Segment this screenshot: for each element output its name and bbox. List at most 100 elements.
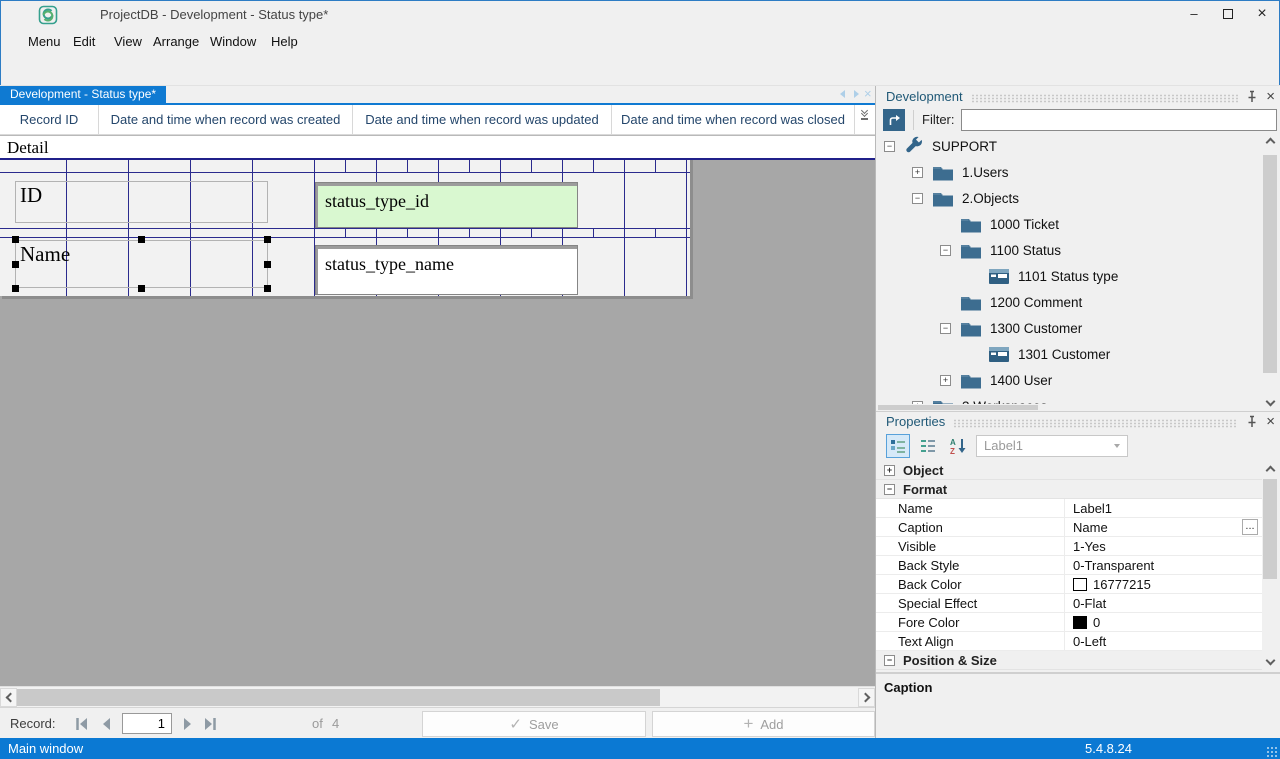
- scroll-up-icon[interactable]: [1262, 133, 1278, 149]
- pin-icon[interactable]: [1246, 415, 1258, 428]
- tree-item[interactable]: 1101 Status type: [876, 263, 1262, 289]
- property-row[interactable]: Visible 1-Yes: [876, 537, 1262, 556]
- tree-item[interactable]: +1400 User: [876, 367, 1262, 393]
- filter-apply-button[interactable]: [883, 108, 905, 131]
- tree-item[interactable]: 1200 Comment: [876, 289, 1262, 315]
- selection-handle[interactable]: [12, 261, 19, 268]
- menu-item-menu[interactable]: Menu: [28, 30, 61, 54]
- menu-item-arrange[interactable]: Arrange: [153, 30, 199, 54]
- expand-icon[interactable]: +: [884, 464, 895, 476]
- property-value[interactable]: 0-Flat: [1064, 594, 1262, 612]
- tab-scroll-right-icon[interactable]: [851, 89, 861, 99]
- tree-item[interactable]: − 2.Objects: [876, 185, 1262, 211]
- property-section-format[interactable]: − Format: [876, 480, 1262, 499]
- column-header[interactable]: Date and time when record was closed: [612, 105, 855, 134]
- collapse-icon[interactable]: −: [884, 140, 895, 152]
- property-row[interactable]: Caption Name...: [876, 518, 1262, 537]
- selection-handle[interactable]: [138, 236, 145, 243]
- tab-scroll-left-icon[interactable]: [838, 89, 848, 99]
- column-header[interactable]: Record ID: [0, 105, 99, 134]
- previous-record-button[interactable]: [96, 714, 116, 734]
- next-record-button[interactable]: [178, 714, 198, 734]
- tree-item[interactable]: − 1300 Customer: [876, 315, 1262, 341]
- designer-canvas[interactable]: ID status_type_id Name status_type_name: [0, 160, 875, 686]
- scrollbar-thumb[interactable]: [1263, 155, 1277, 373]
- scroll-down-icon[interactable]: [1262, 654, 1278, 670]
- property-row[interactable]: Back Style 0-Transparent: [876, 556, 1262, 575]
- column-header[interactable]: Date and time when record was updated: [353, 105, 612, 134]
- categorized-view-button[interactable]: [886, 434, 910, 458]
- maximize-button[interactable]: [1212, 0, 1244, 30]
- minimize-button[interactable]: –: [1178, 0, 1210, 30]
- name-label-control[interactable]: Name: [12, 236, 271, 292]
- collapse-icon[interactable]: −: [940, 244, 951, 256]
- filter-input[interactable]: [960, 108, 1277, 131]
- properties-scrollbar[interactable]: [1262, 461, 1278, 670]
- resize-grip[interactable]: [1266, 746, 1278, 757]
- sort-az-button[interactable]: AZ: [946, 434, 970, 458]
- scroll-up-icon[interactable]: [1262, 461, 1278, 477]
- tree-item[interactable]: 1301 Customer: [876, 341, 1262, 367]
- tree-item[interactable]: − SUPPORT: [876, 133, 1262, 159]
- selection-handle[interactable]: [264, 236, 271, 243]
- menu-item-help[interactable]: Help: [271, 30, 298, 54]
- tree-scrollbar[interactable]: [1262, 133, 1278, 411]
- selection-handle[interactable]: [264, 285, 271, 292]
- property-section-object[interactable]: + Object: [876, 461, 1262, 480]
- close-button[interactable]: ×: [1246, 0, 1278, 30]
- collapse-icon[interactable]: −: [884, 483, 895, 495]
- collapse-icon[interactable]: −: [940, 322, 951, 334]
- last-record-button[interactable]: [200, 714, 220, 734]
- header-overflow-icon[interactable]: [858, 106, 870, 120]
- scrollbar-thumb[interactable]: [878, 405, 1038, 410]
- menu-item-edit[interactable]: Edit: [73, 30, 95, 54]
- save-record-button[interactable]: ✓ Save: [422, 711, 646, 737]
- properties-object-combo[interactable]: Label1: [976, 435, 1128, 457]
- scroll-left-button[interactable]: [0, 688, 17, 707]
- property-value[interactable]: 1-Yes: [1064, 537, 1262, 555]
- menu-item-window[interactable]: Window: [210, 30, 256, 54]
- id-label-control[interactable]: ID: [15, 181, 268, 223]
- property-value[interactable]: Label1: [1064, 499, 1262, 517]
- property-value[interactable]: 0-Transparent: [1064, 556, 1262, 574]
- tree-item[interactable]: +1.Users: [876, 159, 1262, 185]
- expand-icon[interactable]: +: [940, 374, 951, 386]
- selection-handle[interactable]: [138, 285, 145, 292]
- property-row[interactable]: Back Color 16777215: [876, 575, 1262, 594]
- menu-item-view[interactable]: View: [114, 30, 142, 54]
- property-row[interactable]: Special Effect 0-Flat: [876, 594, 1262, 613]
- property-value[interactable]: 0: [1064, 613, 1262, 631]
- tab-development-status-type[interactable]: Development - Status type*: [0, 86, 167, 103]
- tab-close-icon[interactable]: ×: [864, 86, 872, 101]
- record-number-input[interactable]: [122, 713, 172, 734]
- property-value[interactable]: Name...: [1064, 518, 1262, 536]
- property-value[interactable]: 16777215: [1064, 575, 1262, 593]
- selection-handle[interactable]: [12, 285, 19, 292]
- selection-handle[interactable]: [12, 236, 19, 243]
- alphabetical-view-button[interactable]: [916, 434, 940, 458]
- selection-handle[interactable]: [264, 261, 271, 268]
- tree-horizontal-scrollbar[interactable]: [876, 404, 1262, 411]
- expand-icon[interactable]: +: [912, 166, 923, 178]
- scrollbar-thumb[interactable]: [17, 689, 660, 706]
- property-section-position-size[interactable]: − Position & Size: [876, 651, 1262, 670]
- ellipsis-button[interactable]: ...: [1242, 519, 1258, 535]
- name-field-control[interactable]: status_type_name: [315, 245, 578, 295]
- scroll-right-button[interactable]: [858, 688, 875, 707]
- property-value[interactable]: 0-Left: [1064, 632, 1262, 650]
- first-record-button[interactable]: [72, 714, 92, 734]
- tree-item[interactable]: 1000 Ticket: [876, 211, 1262, 237]
- property-row[interactable]: Text Align 0-Left: [876, 632, 1262, 651]
- close-pane-icon[interactable]: ×: [1266, 413, 1275, 430]
- scroll-down-icon[interactable]: [1262, 395, 1278, 411]
- property-row[interactable]: Fore Color 0: [876, 613, 1262, 632]
- property-row[interactable]: Name Label1: [876, 499, 1262, 518]
- close-pane-icon[interactable]: ×: [1266, 88, 1275, 105]
- horizontal-scrollbar[interactable]: [0, 686, 875, 707]
- tree-item[interactable]: − 1100 Status: [876, 237, 1262, 263]
- pin-icon[interactable]: [1246, 90, 1258, 103]
- column-header[interactable]: Date and time when record was created: [99, 105, 353, 134]
- scrollbar-thumb[interactable]: [1263, 479, 1277, 579]
- collapse-icon[interactable]: −: [884, 654, 895, 666]
- id-field-control[interactable]: status_type_id: [315, 182, 578, 228]
